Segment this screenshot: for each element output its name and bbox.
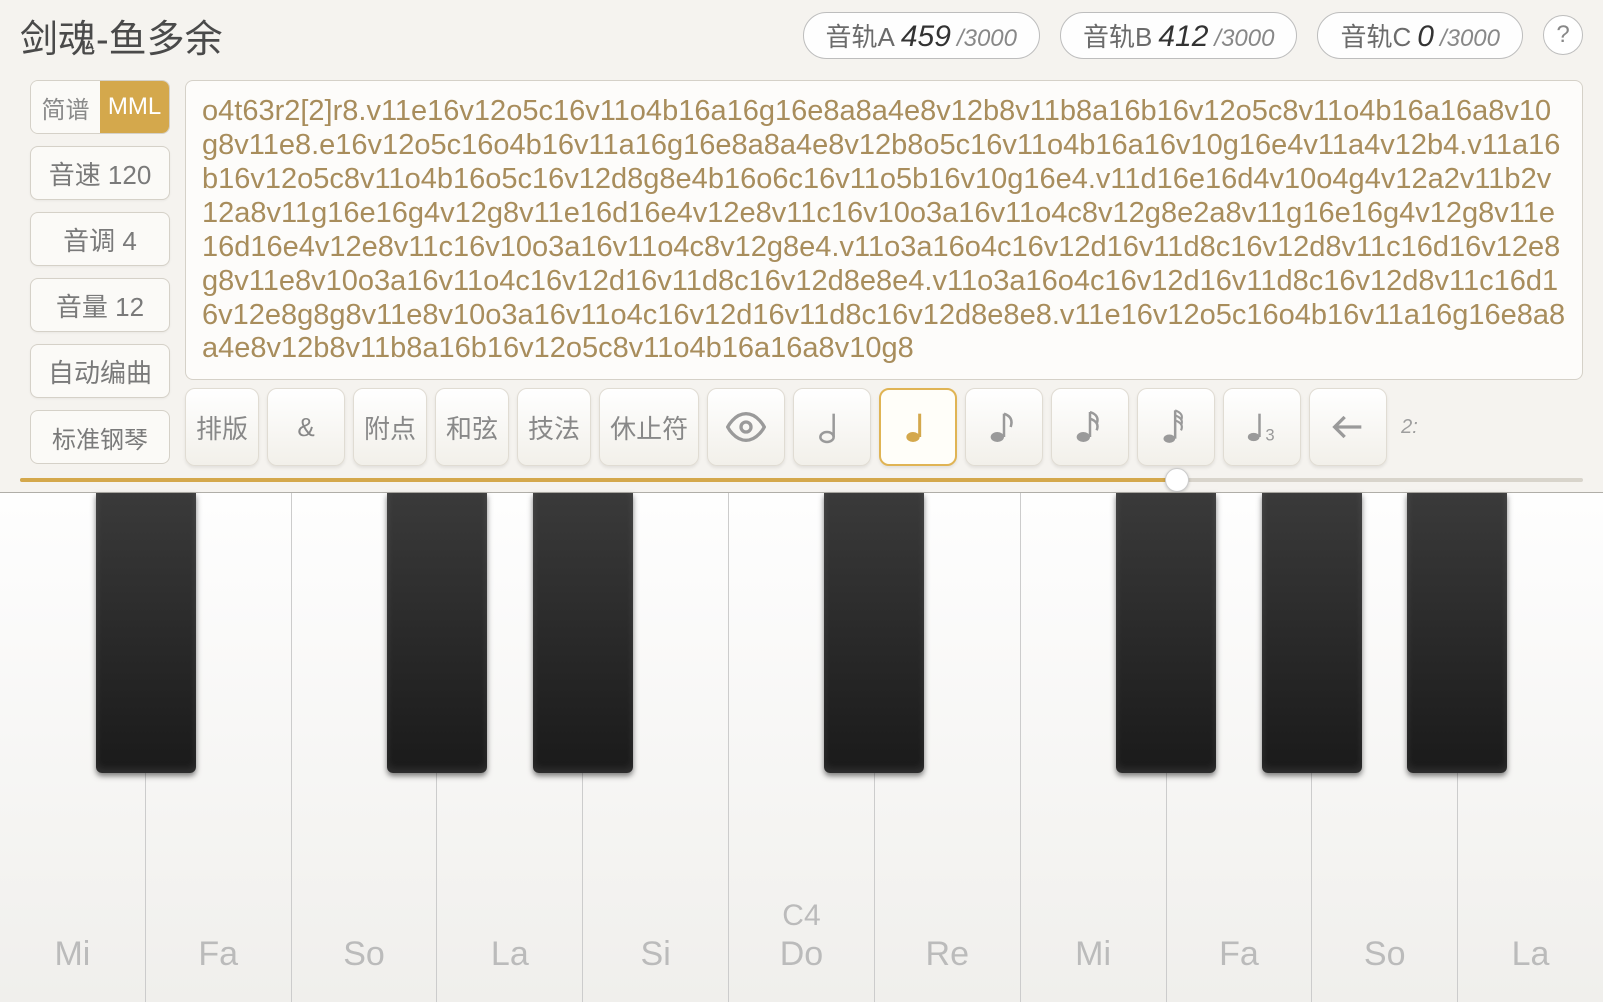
- half-note-icon[interactable]: [793, 388, 871, 466]
- track-current: 459: [901, 20, 951, 54]
- black-key[interactable]: [1116, 493, 1216, 773]
- key-solfege-label: Fa: [1219, 935, 1259, 974]
- eighth-note-icon[interactable]: [965, 388, 1043, 466]
- sixteenth-note-icon[interactable]: [1051, 388, 1129, 466]
- black-key[interactable]: [1407, 493, 1507, 773]
- black-key[interactable]: [96, 493, 196, 773]
- key-note-label: C4: [782, 899, 820, 933]
- backspace-icon[interactable]: [1309, 388, 1387, 466]
- ampersand-button[interactable]: &: [267, 388, 345, 466]
- svg-text:3: 3: [1265, 425, 1274, 444]
- song-title: 剑魂-鱼多余: [20, 8, 223, 63]
- black-key[interactable]: [387, 493, 487, 773]
- toolbar: 排版 & 附点 和弦 技法 休止符: [185, 388, 1583, 466]
- track-label: 音轨A: [826, 17, 895, 54]
- track-c[interactable]: 音轨C 0 /3000: [1317, 12, 1523, 59]
- dot-button[interactable]: 附点: [353, 388, 427, 466]
- track-current: 0: [1417, 20, 1434, 54]
- key-solfege-label: So: [343, 935, 385, 974]
- quarter-note-icon[interactable]: [879, 388, 957, 466]
- key-solfege-label: Re: [926, 935, 969, 974]
- track-max: /3000: [957, 25, 1017, 53]
- key-solfege-label: So: [1364, 935, 1406, 974]
- black-key[interactable]: [533, 493, 633, 773]
- rest-button[interactable]: 休止符: [599, 388, 699, 466]
- track-max: /3000: [1214, 25, 1274, 53]
- notation-jianpu[interactable]: 简谱: [31, 81, 100, 133]
- triplet-icon[interactable]: 3: [1223, 388, 1301, 466]
- chord-button[interactable]: 和弦: [435, 388, 509, 466]
- instrument-button[interactable]: 标准钢琴: [30, 410, 170, 464]
- notation-toggle[interactable]: 简谱 MML: [30, 80, 170, 134]
- technique-button[interactable]: 技法: [517, 388, 591, 466]
- time-indicator: 2:: [1401, 416, 1418, 439]
- help-button[interactable]: ?: [1543, 15, 1583, 55]
- auto-compose-button[interactable]: 自动编曲: [30, 344, 170, 398]
- tempo-button[interactable]: 音速 120: [30, 146, 170, 200]
- thirtysecond-note-icon[interactable]: [1137, 388, 1215, 466]
- layout-button[interactable]: 排版: [185, 388, 259, 466]
- key-solfege-label: Do: [780, 935, 823, 974]
- track-label: 音轨B: [1083, 17, 1152, 54]
- key-solfege-label: Fa: [198, 935, 238, 974]
- track-a[interactable]: 音轨A 459 /3000: [803, 12, 1040, 59]
- track-badges: 音轨A 459 /3000 音轨B 412 /3000 音轨C 0 /3000: [803, 12, 1523, 59]
- key-solfege-label: Mi: [1075, 935, 1111, 974]
- key-solfege-label: Si: [641, 935, 671, 974]
- sidebar: 简谱 MML 音速 120 音调 4 音量 12 自动编曲 标准钢琴: [30, 80, 170, 466]
- track-current: 412: [1158, 20, 1208, 54]
- black-key[interactable]: [824, 493, 924, 773]
- track-b[interactable]: 音轨B 412 /3000: [1060, 12, 1297, 59]
- key-solfege-label: Mi: [54, 935, 90, 974]
- key-solfege-label: La: [491, 935, 529, 974]
- pitch-button[interactable]: 音调 4: [30, 212, 170, 266]
- key-solfege-label: La: [1512, 935, 1550, 974]
- track-max: /3000: [1440, 25, 1500, 53]
- volume-button[interactable]: 音量 12: [30, 278, 170, 332]
- eye-icon[interactable]: [707, 388, 785, 466]
- piano-keyboard: Mi Fa So La Si C4Do Re Mi Fa So La: [0, 492, 1603, 1002]
- notation-mml[interactable]: MML: [100, 81, 169, 133]
- black-key[interactable]: [1262, 493, 1362, 773]
- mml-textarea[interactable]: o4t63r2[2]r8.v11e16v12o5c16v11o4b16a16g1…: [185, 80, 1583, 380]
- track-label: 音轨C: [1340, 17, 1411, 54]
